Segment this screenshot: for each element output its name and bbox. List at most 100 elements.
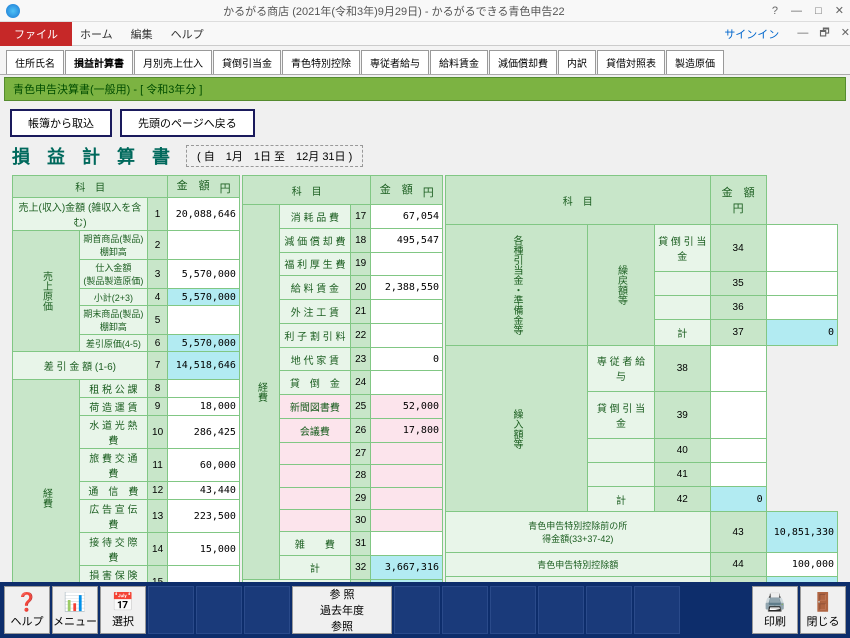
slot: [148, 586, 194, 634]
cogs-5[interactable]: [168, 306, 240, 335]
inner-minimize-icon[interactable]: —: [797, 27, 808, 39]
mid-20[interactable]: 2,388,550: [371, 276, 443, 300]
mid-22[interactable]: [371, 323, 443, 347]
tab-1[interactable]: 損益計算書: [65, 50, 133, 74]
menubar: ファイル ホーム 編集 ヘルプ サインイン — 🗗 ✕: [0, 22, 850, 46]
period-label: ( 自 1月 1日 至 12月 31日 ): [186, 145, 363, 167]
tab-bar: 住所氏名損益計算書月別売上仕入貸倒引当金青色特別控除専従者給与給料賃金減価償却費…: [0, 46, 850, 75]
bottom-toolbar: ❓ヘルプ 📊メニュー 📅選択 参 照過去年度 参照 🖨️印刷 🚪閉じる: [0, 582, 850, 638]
menu-icon: 📊: [64, 592, 86, 613]
slot: [442, 586, 488, 634]
mid-26[interactable]: 17,800: [371, 418, 443, 442]
app-logo-icon: [6, 4, 20, 18]
mid-18[interactable]: 495,547: [371, 228, 443, 252]
tab-2[interactable]: 月別売上仕入: [134, 50, 212, 74]
printer-icon: 🖨️: [764, 592, 786, 613]
r-39[interactable]: [710, 392, 766, 439]
document-header: 青色申告決算書(一般用) - [ 令和3年分 ]: [4, 77, 846, 101]
exp-14[interactable]: 15,000: [168, 533, 240, 566]
r-34[interactable]: [766, 225, 837, 272]
calendar-icon: 📅: [112, 592, 134, 613]
minimize-icon[interactable]: —: [791, 5, 802, 17]
mid-19[interactable]: [371, 252, 443, 276]
close-button[interactable]: 🚪閉じる: [800, 586, 846, 634]
slot: [244, 586, 290, 634]
exp-10[interactable]: 286,425: [168, 416, 240, 449]
exp-9[interactable]: 18,000: [168, 398, 240, 416]
mid-23[interactable]: 0: [371, 347, 443, 371]
exp-12[interactable]: 43,440: [168, 482, 240, 500]
mid-24[interactable]: [371, 371, 443, 395]
mid-28[interactable]: [371, 465, 443, 487]
reference-button[interactable]: 参 照過去年度 参照: [292, 586, 392, 634]
back-button[interactable]: 先頭のページへ戻る: [120, 109, 255, 137]
page-title: 損 益 計 算 書: [12, 143, 176, 169]
close-icon[interactable]: ✕: [835, 5, 844, 17]
left-table: 科 目金 額 円 売上(収入)金額 (雑収入を含む)120,088,646 売上…: [12, 175, 240, 617]
window-buttons: ? — □ ✕: [762, 4, 844, 17]
r-36[interactable]: [766, 296, 837, 320]
tab-10[interactable]: 製造原価: [666, 50, 724, 74]
r-41[interactable]: [710, 462, 766, 486]
signin-link[interactable]: サインイン: [724, 26, 779, 42]
slot: [634, 586, 680, 634]
sales-label: 売上(収入)金額 (雑収入を含む): [13, 198, 148, 231]
final-44[interactable]: 100,000: [766, 553, 837, 577]
slot: [586, 586, 632, 634]
mid-17[interactable]: 67,054: [371, 205, 443, 229]
mid-30[interactable]: [371, 510, 443, 532]
mid-29[interactable]: [371, 487, 443, 509]
mid-27[interactable]: [371, 442, 443, 464]
content-area: 損 益 計 算 書 ( 自 1月 1日 至 12月 31日 ) 科 目金 額 円…: [0, 143, 850, 617]
edit-menu[interactable]: 編集: [131, 26, 153, 42]
file-menu[interactable]: ファイル: [0, 22, 72, 46]
tab-4[interactable]: 青色特別控除: [282, 50, 360, 74]
tab-3[interactable]: 貸倒引当金: [213, 50, 281, 74]
inner-restore-icon[interactable]: 🗗: [819, 27, 829, 39]
r-37[interactable]: 0: [766, 320, 837, 345]
select-button[interactable]: 📅選択: [100, 586, 146, 634]
titlebar: かるがる商店 (2021年(令和3年)9月29日) - かるがるできる青色申告2…: [0, 0, 850, 22]
tab-5[interactable]: 専従者給与: [361, 50, 429, 74]
right-table: 科 目金 額 円 各種引当金・準備金等繰戻額等貸 倒 引 当 金343536計3…: [445, 175, 838, 617]
mid-21[interactable]: [371, 300, 443, 324]
tab-9[interactable]: 貸借対照表: [597, 50, 665, 74]
inner-close-icon[interactable]: ✕: [841, 27, 850, 39]
exit-icon: 🚪: [812, 592, 834, 613]
mid-32[interactable]: 3,667,316: [371, 556, 443, 580]
mid-25[interactable]: 52,000: [371, 395, 443, 419]
window-title: かるがる商店 (2021年(令和3年)9月29日) - かるがるできる青色申告2…: [26, 3, 762, 19]
slot: [538, 586, 584, 634]
help-icon: ❓: [16, 592, 38, 613]
exp-8[interactable]: [168, 380, 240, 398]
help-button[interactable]: ❓ヘルプ: [4, 586, 50, 634]
mid-31[interactable]: [371, 532, 443, 556]
print-button[interactable]: 🖨️印刷: [752, 586, 798, 634]
slot: [196, 586, 242, 634]
tab-6[interactable]: 給料賃金: [430, 50, 488, 74]
toolbar: 帳簿から取込 先頭のページへ戻る: [0, 103, 850, 143]
maximize-icon[interactable]: □: [815, 5, 822, 17]
tab-7[interactable]: 減価償却費: [489, 50, 557, 74]
r-42[interactable]: 0: [710, 486, 766, 511]
exp-11[interactable]: 60,000: [168, 449, 240, 482]
r-38[interactable]: [710, 345, 766, 392]
cogs-3[interactable]: 5,570,000: [168, 260, 240, 289]
cogs-6[interactable]: 5,570,000: [168, 335, 240, 352]
mid-table: 科 目金 額 円 経費消 耗 品 費1767,054減 価 償 却 費18495…: [242, 175, 443, 617]
help-icon[interactable]: ?: [772, 5, 778, 17]
exp-13[interactable]: 223,500: [168, 500, 240, 533]
slot: [490, 586, 536, 634]
cogs-4[interactable]: 5,570,000: [168, 289, 240, 306]
import-button[interactable]: 帳簿から取込: [10, 109, 112, 137]
help-menu[interactable]: ヘルプ: [171, 26, 204, 42]
r-35[interactable]: [766, 272, 837, 296]
tab-0[interactable]: 住所氏名: [6, 50, 64, 74]
home-menu[interactable]: ホーム: [80, 26, 113, 42]
sales-amount[interactable]: 20,088,646: [168, 198, 240, 231]
tab-8[interactable]: 内訳: [558, 50, 596, 74]
cogs-2[interactable]: [168, 231, 240, 260]
menu-button[interactable]: 📊メニュー: [52, 586, 98, 634]
r-40[interactable]: [710, 438, 766, 462]
final-43[interactable]: 10,851,330: [766, 512, 837, 553]
